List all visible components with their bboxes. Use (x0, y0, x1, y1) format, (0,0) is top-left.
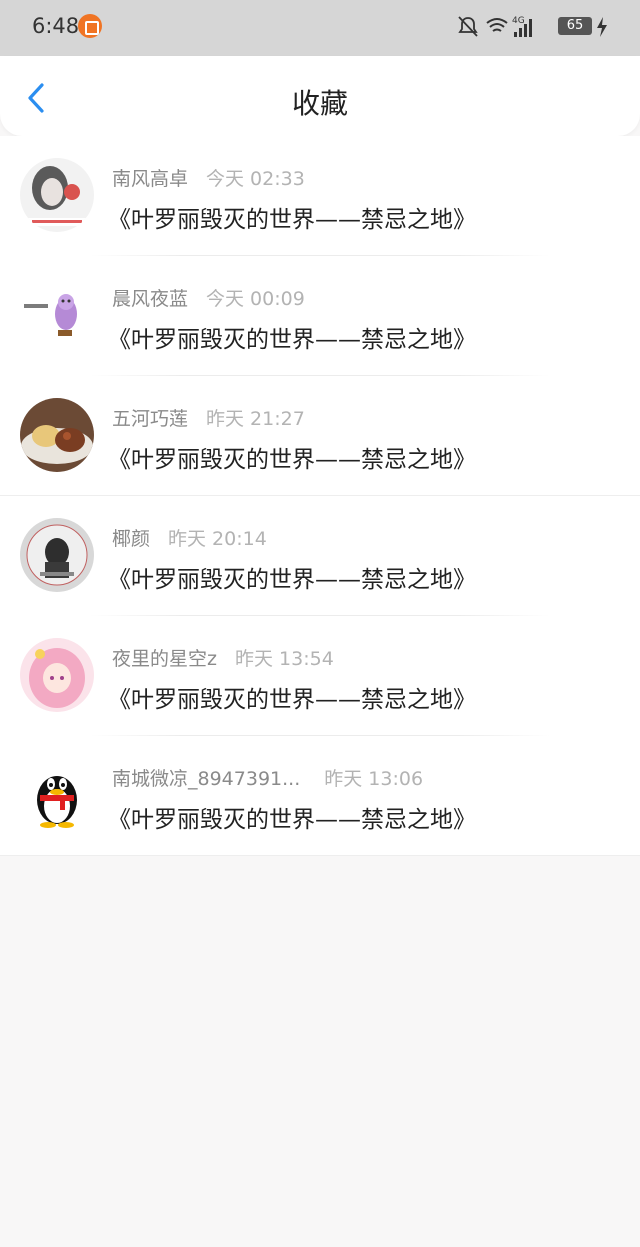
avatar (20, 758, 94, 832)
username[interactable]: 椰颜 (112, 528, 150, 550)
book-title[interactable]: 《叶罗丽毁灭的世界——禁忌之地》 (108, 560, 476, 594)
username[interactable]: 南城微凉_8947391... (112, 768, 300, 790)
bell-off-icon (458, 16, 478, 37)
item-meta: 椰颜 昨天 20:14 (112, 524, 267, 551)
app-notification-icon (78, 14, 102, 38)
book-title[interactable]: 《叶罗丽毁灭的世界——禁忌之地》 (108, 680, 476, 714)
book-title[interactable]: 《叶罗丽毁灭的世界——禁忌之地》 (108, 440, 476, 474)
list-item[interactable]: 五河巧莲 昨天 21:27 《叶罗丽毁灭的世界——禁忌之地》 (0, 376, 640, 496)
book-title[interactable]: 《叶罗丽毁灭的世界——禁忌之地》 (108, 320, 476, 354)
timestamp: 昨天 21:27 (206, 408, 305, 430)
timestamp: 昨天 13:06 (324, 768, 424, 790)
page-title: 收藏 (291, 87, 348, 120)
status-time: 6:48 (32, 14, 80, 38)
signal-4g-icon: 4G (512, 16, 532, 37)
avatar (20, 278, 94, 352)
status-bar: 6:48 4G 65 (0, 0, 640, 56)
list-item[interactable]: 南城微凉_8947391... 昨天 13:06 《叶罗丽毁灭的世界——禁忌之地》 (0, 736, 640, 856)
timestamp: 今天 00:09 (206, 288, 305, 310)
timestamp: 今天 02:33 (206, 168, 305, 190)
status-icons: 4G 65 (456, 14, 616, 40)
item-meta: 南风高卓 今天 02:33 (112, 164, 305, 191)
charging-icon (597, 17, 607, 37)
top-nav-bar: 收藏 (0, 56, 640, 136)
username[interactable]: 南风高卓 (112, 168, 188, 190)
item-meta: 五河巧莲 昨天 21:27 (112, 404, 305, 431)
favorites-list: 南风高卓 今天 02:33 《叶罗丽毁灭的世界——禁忌之地》 晨风夜蓝 今天 00:… (0, 136, 640, 856)
item-meta: 夜里的星空z 昨天 13:54 (112, 644, 334, 671)
timestamp: 昨天 20:14 (168, 528, 267, 550)
timestamp: 昨天 13:54 (234, 648, 334, 670)
avatar (20, 398, 94, 472)
book-title[interactable]: 《叶罗丽毁灭的世界——禁忌之地》 (108, 200, 476, 234)
item-meta: 南城微凉_8947391... 昨天 13:06 (112, 764, 423, 791)
book-title[interactable]: 《叶罗丽毁灭的世界——禁忌之地》 (108, 800, 476, 834)
item-meta: 晨风夜蓝 今天 00:09 (112, 284, 305, 311)
wifi-icon (486, 18, 508, 32)
avatar (20, 518, 94, 592)
list-item[interactable]: 夜里的星空z 昨天 13:54 《叶罗丽毁灭的世界——禁忌之地》 (0, 616, 640, 736)
username[interactable]: 五河巧莲 (112, 408, 188, 430)
divider (0, 855, 640, 856)
list-item[interactable]: 晨风夜蓝 今天 00:09 《叶罗丽毁灭的世界——禁忌之地》 (0, 256, 640, 376)
list-item[interactable]: 南风高卓 今天 02:33 《叶罗丽毁灭的世界——禁忌之地》 (0, 136, 640, 256)
username[interactable]: 晨风夜蓝 (112, 288, 188, 310)
svg-text:4G: 4G (512, 16, 525, 26)
username[interactable]: 夜里的星空z (112, 648, 217, 670)
avatar (20, 158, 94, 232)
avatar (20, 638, 94, 712)
list-item[interactable]: 椰颜 昨天 20:14 《叶罗丽毁灭的世界——禁忌之地》 (0, 496, 640, 616)
battery-icon: 65 (558, 17, 592, 35)
